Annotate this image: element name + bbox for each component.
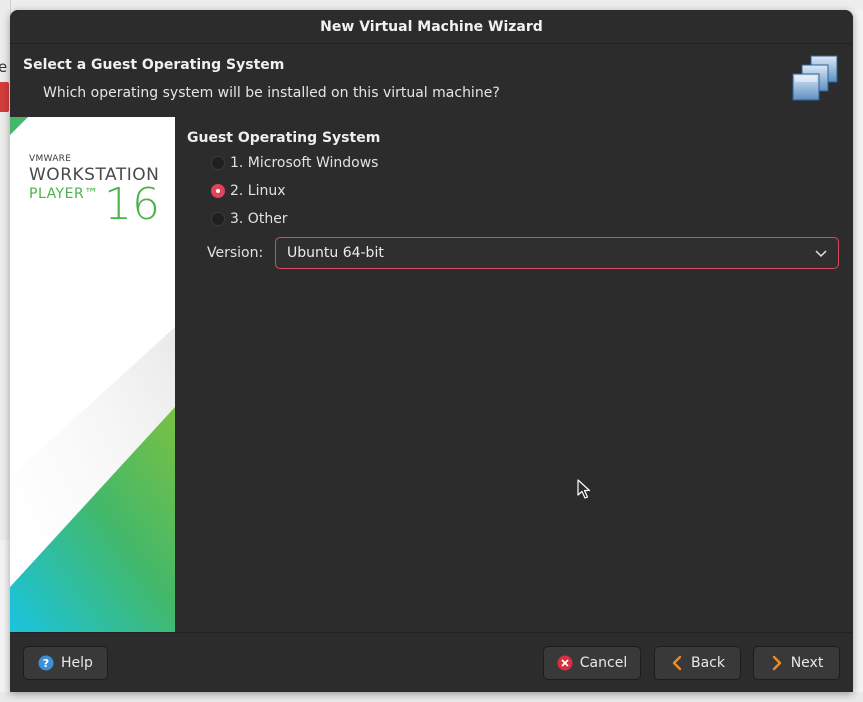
- title-bar[interactable]: New Virtual Machine Wizard: [10, 10, 853, 44]
- help-button-label: Help: [61, 655, 93, 671]
- wizard-footer: ? Help Cancel Back Next: [10, 632, 853, 692]
- page-subtitle: Which operating system will be installed…: [43, 85, 500, 101]
- chevron-left-icon: [670, 655, 684, 671]
- help-icon: ?: [38, 655, 54, 671]
- radio-option-windows[interactable]: 1. Microsoft Windows: [211, 153, 378, 173]
- svg-text:?: ?: [43, 657, 49, 670]
- radio-option-linux[interactable]: 2. Linux: [211, 181, 286, 201]
- window-title: New Virtual Machine Wizard: [320, 18, 543, 35]
- background-desktop-top: [0, 0, 863, 10]
- vm-stack-icon: [792, 55, 838, 101]
- back-button-label: Back: [691, 655, 725, 671]
- radio-button[interactable]: [211, 212, 225, 226]
- product-banner: VMWARE WORKSTATION PLAYER™ 16: [10, 117, 175, 632]
- wizard-header: Select a Guest Operating System Which op…: [10, 44, 853, 118]
- radio-label: 3. Other: [230, 211, 288, 227]
- cancel-icon: [557, 655, 573, 671]
- page-title: Select a Guest Operating System: [23, 57, 285, 73]
- cancel-button-label: Cancel: [579, 655, 628, 671]
- radio-button-selected[interactable]: [211, 184, 225, 198]
- back-button[interactable]: Back: [654, 646, 741, 680]
- radio-option-other[interactable]: 3. Other: [211, 209, 288, 229]
- version-dropdown[interactable]: Ubuntu 64-bit: [275, 237, 839, 269]
- background-desktop-bottom: [0, 692, 863, 702]
- next-button[interactable]: Next: [753, 646, 840, 680]
- brand-version: 16: [104, 179, 160, 230]
- wizard-content: Guest Operating System 1. Microsoft Wind…: [175, 117, 853, 632]
- version-label: Version:: [207, 245, 264, 261]
- chevron-right-icon: [770, 655, 784, 671]
- version-selected-value: Ubuntu 64-bit: [287, 245, 384, 261]
- chevron-down-icon: [815, 250, 827, 258]
- mouse-cursor-icon: [577, 479, 591, 499]
- next-button-label: Next: [790, 655, 824, 671]
- brand-edition: PLAYER™: [29, 186, 99, 202]
- radio-button[interactable]: [211, 156, 225, 170]
- background-fragment-text: e: [0, 58, 8, 76]
- radio-label: 1. Microsoft Windows: [230, 155, 379, 171]
- guest-os-group-title: Guest Operating System: [187, 130, 381, 146]
- background-fragment-red-button: [0, 82, 9, 112]
- brand-vmware: VMWARE: [29, 154, 72, 164]
- radio-label: 2. Linux: [230, 183, 286, 199]
- cancel-button[interactable]: Cancel: [543, 646, 641, 680]
- help-button[interactable]: ? Help: [23, 646, 108, 680]
- wizard-window: New Virtual Machine Wizard Select a Gues…: [10, 10, 853, 692]
